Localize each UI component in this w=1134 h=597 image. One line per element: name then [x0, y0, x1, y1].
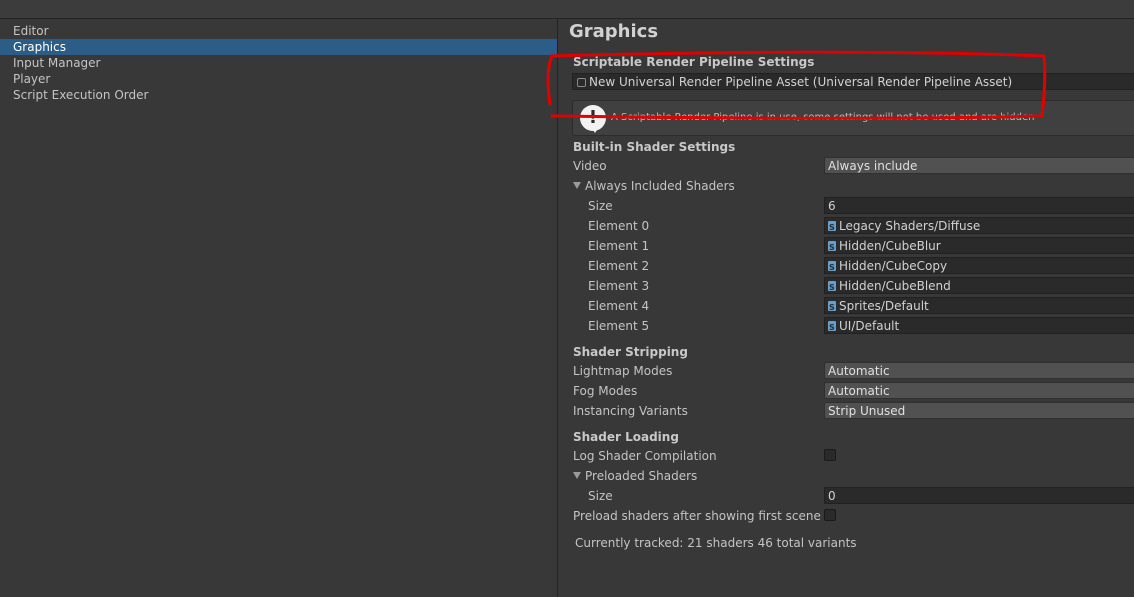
instancing-variants-label: Instancing Variants: [573, 404, 688, 418]
element-1-value: Hidden/CubeBlur: [839, 239, 941, 253]
element-0-value: Legacy Shaders/Diffuse: [839, 219, 981, 233]
element-4-value: Sprites/Default: [839, 299, 929, 313]
video-dropdown[interactable]: Always include: [824, 157, 1134, 174]
element-5-value: UI/Default: [839, 319, 900, 333]
video-label: Video: [573, 159, 607, 173]
shader-icon: [828, 319, 836, 333]
lightmap-modes-dropdown[interactable]: Automatic: [824, 362, 1134, 379]
always-included-size-label: Size: [588, 199, 613, 213]
always-included-shaders-foldout[interactable]: Always Included Shaders: [573, 179, 735, 193]
preloaded-size-field[interactable]: 0: [824, 487, 1134, 504]
settings-sidebar: Editor Graphics Input Manager Player Scr…: [0, 19, 557, 597]
fog-modes-dropdown[interactable]: Automatic: [824, 382, 1134, 399]
page-title: Graphics: [569, 21, 659, 42]
element-1-field[interactable]: Hidden/CubeBlur: [824, 237, 1134, 254]
sidebar-item-graphics[interactable]: Graphics: [0, 39, 557, 55]
element-2-value: Hidden/CubeCopy: [839, 259, 948, 273]
shader-icon: [828, 259, 836, 273]
preload-after-scene-checkbox[interactable]: [824, 509, 836, 521]
element-0-label: Element 0: [588, 219, 650, 233]
srp-asset-value: New Universal Render Pipeline Asset (Uni…: [589, 75, 1013, 89]
shader-icon: [828, 299, 836, 313]
sidebar-item-script-execution-order[interactable]: Script Execution Order: [0, 87, 557, 103]
element-5-label: Element 5: [588, 319, 650, 333]
foldout-arrow-icon: [573, 472, 581, 479]
sidebar-item-editor[interactable]: Editor: [0, 23, 557, 39]
builtin-shader-settings-header: Built-in Shader Settings: [573, 140, 736, 154]
fog-modes-label: Fog Modes: [573, 384, 638, 398]
preload-after-scene-label: Preload shaders after showing first scen…: [573, 509, 821, 523]
srp-settings-header: Scriptable Render Pipeline Settings: [573, 55, 815, 69]
log-shader-compilation-checkbox[interactable]: [824, 449, 836, 461]
element-3-label: Element 3: [588, 279, 650, 293]
element-2-label: Element 2: [588, 259, 650, 273]
sidebar-item-player[interactable]: Player: [0, 71, 557, 87]
srp-asset-field[interactable]: New Universal Render Pipeline Asset (Uni…: [572, 73, 1134, 90]
preloaded-size-label: Size: [588, 489, 613, 503]
shader-stripping-header: Shader Stripping: [573, 345, 688, 359]
element-4-field[interactable]: Sprites/Default: [824, 297, 1134, 314]
srp-help-text: A Scriptable Render Pipeline is in use, …: [611, 112, 1035, 123]
preloaded-shaders-foldout[interactable]: Preloaded Shaders: [573, 469, 697, 483]
warning-icon-tail: [591, 127, 599, 133]
element-1-label: Element 1: [588, 239, 650, 253]
always-included-size-field[interactable]: 6: [824, 197, 1134, 214]
element-5-field[interactable]: UI/Default: [824, 317, 1134, 334]
element-3-field[interactable]: Hidden/CubeBlend: [824, 277, 1134, 294]
sidebar-item-input-manager[interactable]: Input Manager: [0, 55, 557, 71]
lightmap-modes-label: Lightmap Modes: [573, 364, 673, 378]
tracked-shaders-status: Currently tracked: 21 shaders 46 total v…: [575, 536, 857, 550]
shader-loading-header: Shader Loading: [573, 430, 679, 444]
shader-icon: [828, 279, 836, 293]
graphics-settings-panel: Graphics Scriptable Render Pipeline Sett…: [558, 19, 1134, 597]
element-3-value: Hidden/CubeBlend: [839, 279, 951, 293]
preloaded-shaders-label: Preloaded Shaders: [585, 469, 698, 483]
render-pipeline-asset-icon: [577, 78, 586, 87]
always-included-shaders-label: Always Included Shaders: [585, 179, 735, 193]
shader-icon: [828, 219, 836, 233]
element-4-label: Element 4: [588, 299, 650, 313]
shader-icon: [828, 239, 836, 253]
srp-help-box: ! A Scriptable Render Pipeline is in use…: [572, 100, 1134, 136]
element-0-field[interactable]: Legacy Shaders/Diffuse: [824, 217, 1134, 234]
window-toolbar: [0, 0, 1134, 19]
log-shader-compilation-label: Log Shader Compilation: [573, 449, 717, 463]
foldout-arrow-icon: [573, 182, 581, 189]
instancing-variants-dropdown[interactable]: Strip Unused: [824, 402, 1134, 419]
element-2-field[interactable]: Hidden/CubeCopy: [824, 257, 1134, 274]
